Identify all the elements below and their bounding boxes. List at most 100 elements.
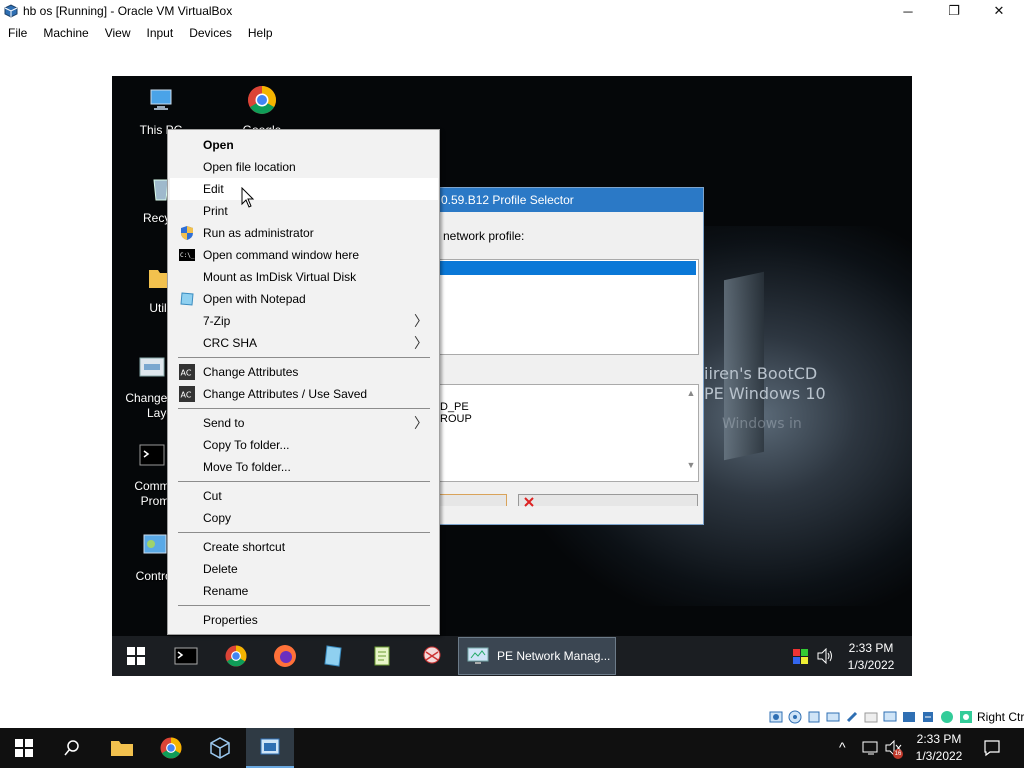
- profile-list[interactable]: [439, 259, 699, 355]
- menu-item-change-attributes[interactable]: AC Change Attributes: [170, 361, 438, 383]
- taskbar-pe-network-manager[interactable]: PE Network Manag...: [458, 637, 616, 675]
- menu-item-copy-to-folder[interactable]: Copy To folder...: [170, 434, 438, 456]
- network-tray-icon[interactable]: [862, 740, 880, 756]
- scroll-down-icon[interactable]: ▼: [684, 460, 698, 470]
- menu-item-create-shortcut[interactable]: Create shortcut: [170, 536, 438, 558]
- display-icon[interactable]: [883, 710, 897, 724]
- info-line: ROUP: [440, 413, 472, 425]
- taskbar-notepad[interactable]: [368, 642, 396, 670]
- windows-icon: [127, 647, 145, 665]
- chrome-icon: [225, 645, 247, 667]
- menu-item-label: Rename: [203, 584, 249, 598]
- host-chrome[interactable]: [147, 728, 195, 768]
- menu-item-print[interactable]: Print: [170, 200, 438, 222]
- menu-item-copy[interactable]: Copy: [170, 507, 438, 529]
- taskbar-firefox[interactable]: [271, 642, 299, 670]
- guest-additions-icon[interactable]: [940, 710, 954, 724]
- menu-item-properties[interactable]: Properties: [170, 609, 438, 631]
- menu-machine[interactable]: Machine: [35, 22, 96, 44]
- selected-profile-row[interactable]: [440, 261, 696, 275]
- maximize-button[interactable]: ❐: [931, 0, 977, 22]
- host-virtualbox[interactable]: [246, 728, 294, 768]
- tray-chevron-icon[interactable]: ^: [839, 739, 846, 755]
- chevron-right-icon: 〉: [414, 335, 428, 351]
- menu-item-7zip[interactable]: 7-Zip 〉: [170, 310, 438, 332]
- menu-file[interactable]: File: [0, 22, 35, 44]
- firefox-icon: [274, 645, 296, 667]
- taskbar-app-blue[interactable]: [319, 642, 347, 670]
- taskbar-chrome[interactable]: [222, 642, 250, 670]
- menu-item-crc-sha[interactable]: CRC SHA 〉: [170, 332, 438, 354]
- minimize-button[interactable]: ─: [885, 0, 931, 22]
- svg-text:C:\_: C:\_: [180, 252, 195, 259]
- taskbar-snipping-tool[interactable]: [418, 642, 446, 670]
- menu-item-edit[interactable]: Edit: [170, 178, 438, 200]
- menu-item-delete[interactable]: Delete: [170, 558, 438, 580]
- menu-item-label: Open command window here: [203, 248, 360, 262]
- close-dialog-button[interactable]: [518, 494, 698, 507]
- wallpaper-text-line2: PE Windows 10: [704, 384, 826, 403]
- window-title: hb os [Running] - Oracle VM VirtualBox: [23, 4, 233, 18]
- host-title-bar: hb os [Running] - Oracle VM VirtualBox ─…: [0, 0, 1024, 22]
- menu-item-rename[interactable]: Rename: [170, 580, 438, 602]
- menu-help[interactable]: Help: [240, 22, 281, 44]
- profile-selector-dialog[interactable]: 0.59.B12 Profile Selector network profil…: [438, 187, 704, 525]
- menu-item-label: Open with Notepad: [203, 292, 306, 306]
- document-icon: [324, 645, 342, 667]
- host-start-button[interactable]: [0, 728, 48, 768]
- x-icon: [524, 497, 534, 507]
- vm-clock-time: 2:33 PM: [848, 641, 894, 655]
- mouse-integration-icon[interactable]: [959, 710, 973, 724]
- action-center-icon[interactable]: [983, 739, 1001, 757]
- vm-clock[interactable]: 2:33 PM 1/3/2022: [836, 640, 906, 674]
- computer-icon: [150, 89, 172, 110]
- start-button[interactable]: [122, 642, 150, 670]
- menu-item-label: Open: [203, 138, 234, 152]
- host-search-button[interactable]: [48, 728, 96, 768]
- chrome-icon: [160, 737, 182, 759]
- menu-item-cut[interactable]: Cut: [170, 485, 438, 507]
- speaker-icon[interactable]: [816, 648, 834, 664]
- attributes-icon: AC: [179, 386, 195, 402]
- optical-drive-icon[interactable]: [788, 710, 802, 724]
- shared-folders-icon[interactable]: [864, 710, 878, 724]
- scroll-up-icon[interactable]: ▲: [684, 388, 698, 398]
- menu-item-open-file-location[interactable]: Open file location: [170, 156, 438, 178]
- cmd-icon: [139, 444, 165, 466]
- menu-item-mount-imdisk[interactable]: Mount as ImDisk Virtual Disk: [170, 266, 438, 288]
- search-icon: [64, 740, 79, 756]
- menu-item-open[interactable]: Open: [170, 134, 438, 156]
- audio-icon[interactable]: [807, 710, 821, 724]
- menu-item-send-to[interactable]: Send to 〉: [170, 412, 438, 434]
- menu-item-open-with-notepad[interactable]: Open with Notepad: [170, 288, 438, 310]
- menu-item-label: Delete: [203, 562, 238, 576]
- host-file-explorer[interactable]: [98, 728, 146, 768]
- taskbar-cmd[interactable]: [172, 642, 200, 670]
- scissors-icon: [423, 646, 441, 664]
- ok-button[interactable]: [439, 494, 507, 506]
- menu-item-run-as-administrator[interactable]: Run as administrator: [170, 222, 438, 244]
- svg-text:AC: AC: [181, 369, 192, 378]
- info-line: D_PE: [440, 401, 469, 413]
- network-icon[interactable]: [826, 710, 840, 724]
- windows-icon: [15, 739, 33, 757]
- recording-icon[interactable]: [902, 710, 916, 724]
- svg-text:AC: AC: [181, 391, 192, 400]
- menu-item-open-command-window[interactable]: C:\_ Open command window here: [170, 244, 438, 266]
- menu-devices[interactable]: Devices: [181, 22, 240, 44]
- usb-icon[interactable]: [845, 710, 859, 724]
- hard-disk-icon[interactable]: [769, 710, 783, 724]
- host-clock[interactable]: 2:33 PM 1/3/2022: [906, 731, 972, 765]
- menu-item-move-to-folder[interactable]: Move To folder...: [170, 456, 438, 478]
- vm-taskbar: PE Network Manag... 2:33 PM 1/3/2022: [112, 636, 912, 676]
- wallpaper-text-line3: Windows in: [722, 416, 802, 432]
- close-button[interactable]: ✕: [976, 0, 1022, 22]
- context-menu[interactable]: Open Open file location Edit Print Run a…: [167, 129, 440, 635]
- menu-item-change-attributes-use-saved[interactable]: AC Change Attributes / Use Saved: [170, 383, 438, 405]
- info-scrollbar[interactable]: ▲ ▼: [684, 385, 698, 481]
- cpu-icon[interactable]: [921, 710, 935, 724]
- host-3d-app[interactable]: [196, 728, 244, 768]
- color-tray-icon[interactable]: [793, 649, 808, 664]
- menu-view[interactable]: View: [97, 22, 139, 44]
- menu-input[interactable]: Input: [139, 22, 182, 44]
